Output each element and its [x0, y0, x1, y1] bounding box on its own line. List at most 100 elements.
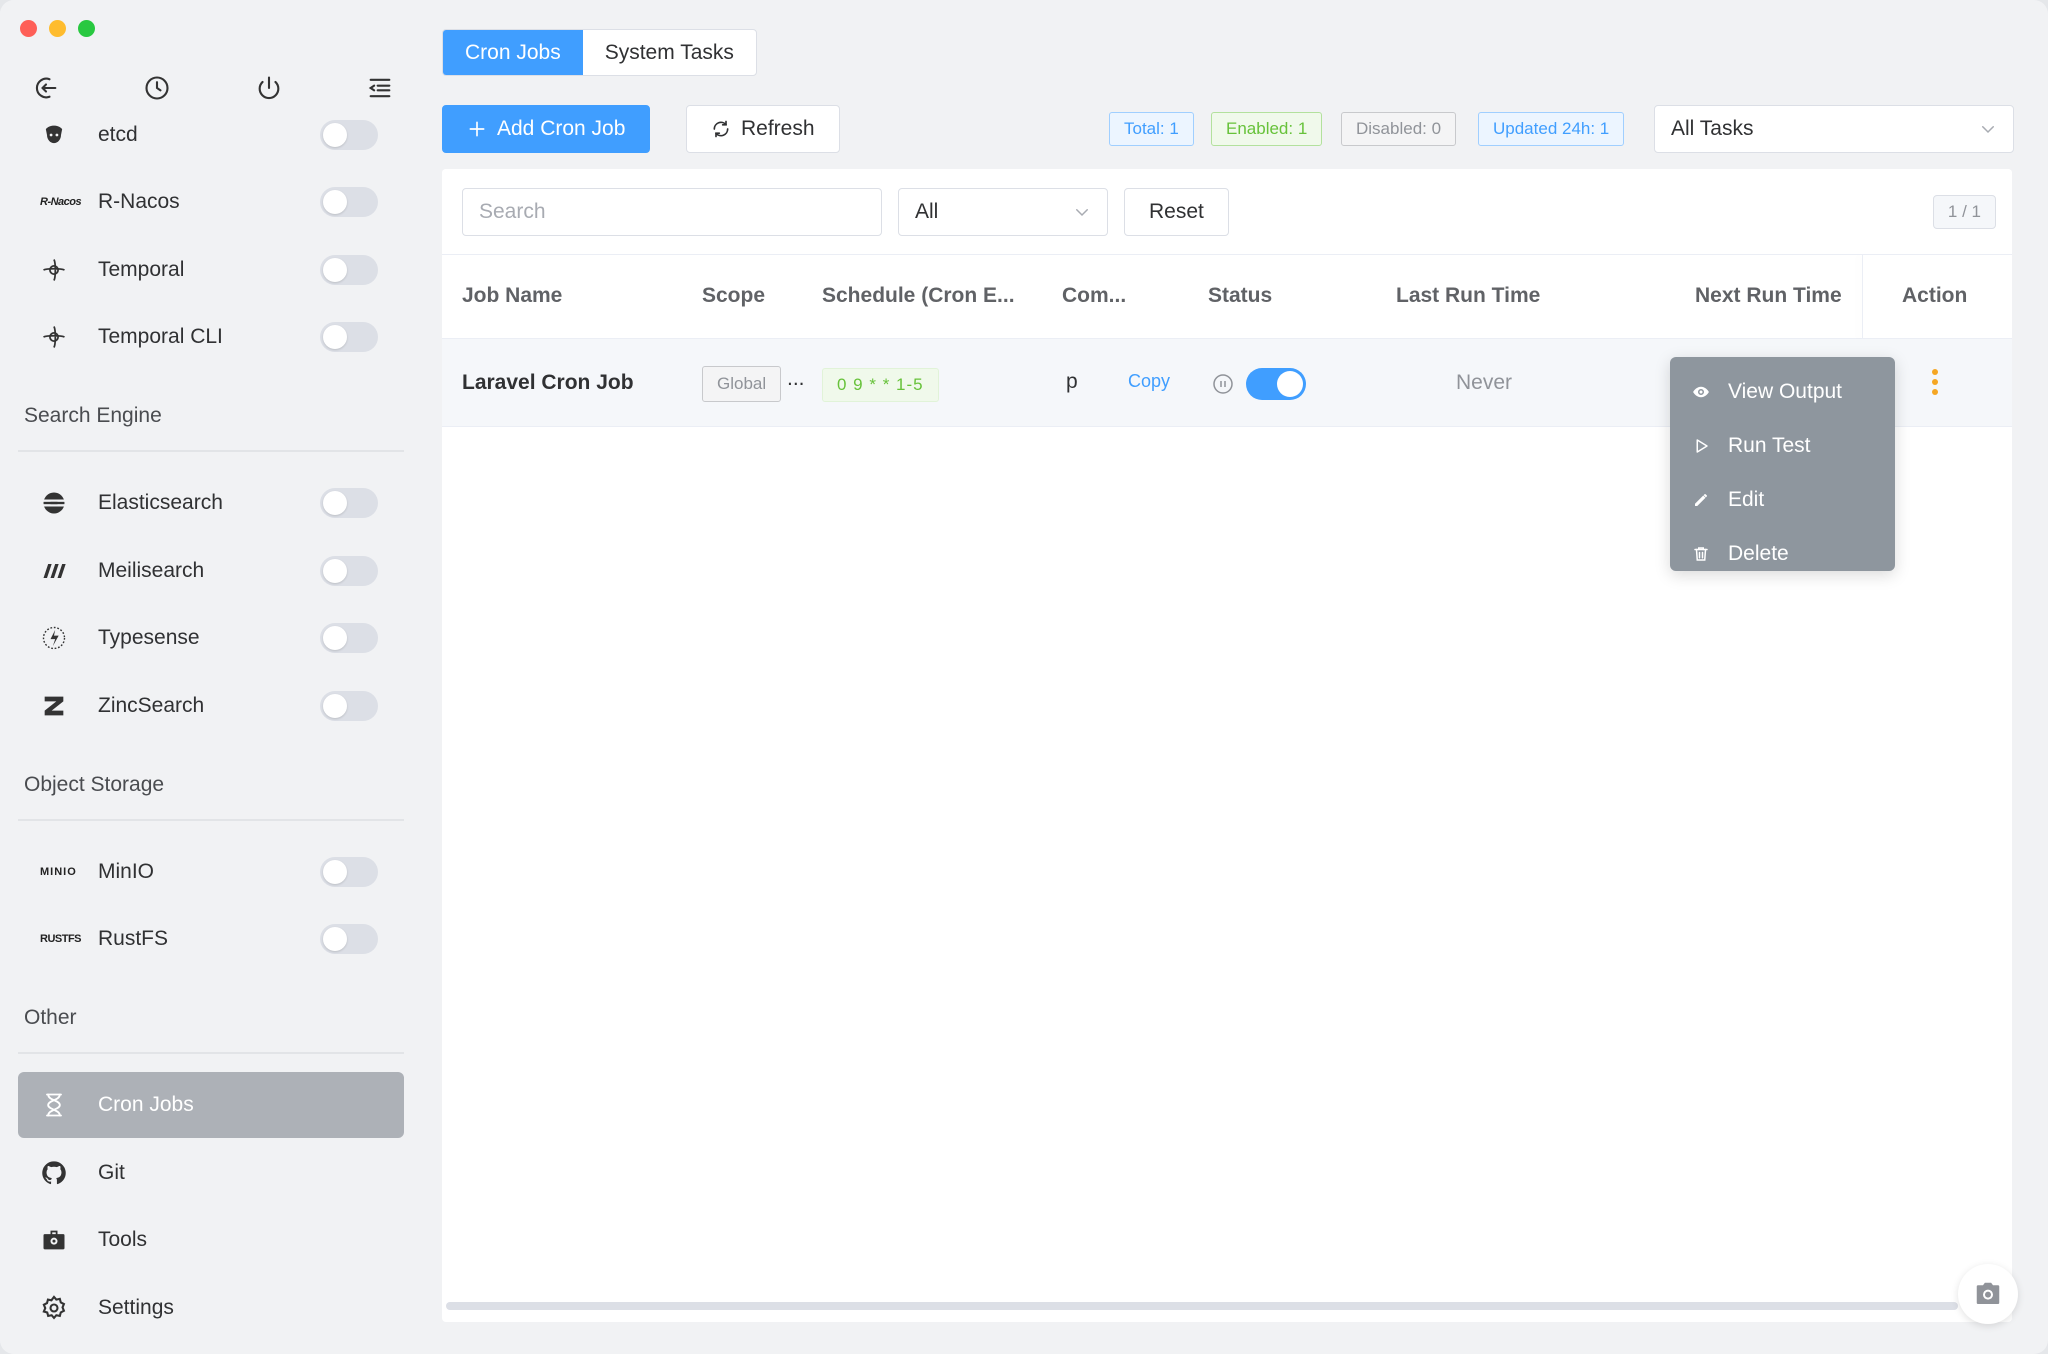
sidebar-item-git[interactable]: Git [18, 1140, 404, 1206]
rustfs-toggle[interactable] [320, 924, 378, 954]
etcd-toggle[interactable] [320, 120, 378, 150]
meilisearch-icon [18, 557, 78, 585]
pause-icon[interactable] [1211, 372, 1235, 396]
temporal-icon [18, 256, 78, 284]
temporal-toggle[interactable] [320, 255, 378, 285]
status-filter-value: All [915, 200, 939, 223]
elasticsearch-icon [18, 489, 78, 517]
copy-command-link[interactable]: Copy [1128, 371, 1170, 392]
main-content: Cron Jobs System Tasks Add Cron Job Refr… [424, 0, 2048, 1354]
temporal-icon [18, 323, 78, 351]
sidebar-item-minio[interactable]: MINIO MinIO [18, 839, 404, 905]
sidebar-item-label: Meilisearch [98, 559, 205, 582]
meilisearch-toggle[interactable] [320, 556, 378, 586]
enabled-badge: Enabled: 1 [1211, 112, 1323, 146]
column-header-next-run[interactable]: Next Run Time [1695, 284, 1842, 308]
r-nacos-toggle[interactable] [320, 187, 378, 217]
job-enabled-switch[interactable] [1246, 368, 1306, 400]
zincsearch-toggle[interactable] [320, 691, 378, 721]
plus-icon [469, 121, 485, 137]
refresh-label: Refresh [741, 117, 815, 140]
minimize-window-button[interactable] [49, 20, 66, 37]
more-actions-icon[interactable] [1930, 367, 1940, 403]
sidebar-item-etcd[interactable]: etcd [18, 102, 404, 168]
play-icon [1696, 439, 1708, 453]
add-cron-job-button[interactable]: Add Cron Job [442, 105, 651, 153]
sidebar-item-cron-jobs[interactable]: Cron Jobs [18, 1072, 404, 1138]
sidebar-item-r-nacos[interactable]: R-Nacos R-Nacos [18, 169, 404, 235]
refresh-button[interactable]: Refresh [686, 105, 840, 153]
tab-system-tasks[interactable]: System Tasks [583, 30, 756, 75]
menu-item-edit[interactable]: Edit [1670, 473, 1895, 527]
divider [18, 819, 404, 821]
typesense-toggle[interactable] [320, 623, 378, 653]
job-name-cell: Laravel Cron Job [462, 371, 634, 394]
sidebar-item-label: Elasticsearch [98, 491, 223, 514]
scope-tag: Global [702, 366, 782, 402]
temporal-cli-toggle[interactable] [320, 322, 378, 352]
sidebar-item-elasticsearch[interactable]: Elasticsearch [18, 470, 404, 536]
sidebar-toolbar [28, 70, 398, 106]
column-header-command[interactable]: Com... [1062, 284, 1126, 308]
sidebar-item-rustfs[interactable]: RUSTFS RustFS [18, 906, 404, 972]
filter-bar: Search All Reset 1 / 1 [442, 169, 2012, 255]
pencil-icon [1695, 494, 1707, 506]
schedule-tag: 0 9 * * 1-5 [822, 368, 939, 402]
power-icon[interactable] [251, 70, 287, 106]
hourglass-icon [18, 1091, 78, 1119]
sidebar-item-temporal[interactable]: Temporal [18, 237, 404, 303]
search-input[interactable]: Search [462, 188, 882, 236]
column-header-scope[interactable]: Scope [702, 284, 765, 308]
fixed-column-divider [1862, 255, 1863, 340]
section-title-object-storage: Object Storage [24, 773, 165, 796]
etcd-icon [18, 121, 78, 149]
last-run-cell: Never [1456, 371, 1513, 394]
column-header-schedule[interactable]: Schedule (Cron E... [822, 284, 1015, 308]
toolbox-icon [18, 1226, 78, 1254]
refresh-icon [713, 120, 729, 138]
sidebar: etcd R-Nacos R-Nacos Temporal Temporal C… [0, 0, 424, 1354]
column-header-job-name[interactable]: Job Name [462, 284, 562, 308]
sidebar-item-label: Temporal CLI [98, 325, 223, 348]
maximize-window-button[interactable] [78, 20, 95, 37]
sidebar-item-label: Settings [98, 1296, 174, 1319]
sidebar-item-temporal-cli[interactable]: Temporal CLI [18, 304, 404, 370]
menu-fold-icon[interactable] [362, 70, 398, 106]
task-filter-select[interactable]: All Tasks [1654, 105, 2014, 153]
sidebar-item-meilisearch[interactable]: Meilisearch [18, 538, 404, 604]
back-icon[interactable] [28, 70, 64, 106]
chevron-down-icon [1982, 126, 1994, 134]
reset-button[interactable]: Reset [1124, 188, 1229, 236]
sidebar-item-typesense[interactable]: Typesense [18, 605, 404, 671]
elasticsearch-toggle[interactable] [320, 488, 378, 518]
github-icon [18, 1159, 78, 1187]
history-icon[interactable] [139, 70, 175, 106]
status-filter-select[interactable]: All [898, 188, 1108, 236]
command-cell: p [1066, 370, 1078, 393]
menu-item-delete[interactable]: Delete [1670, 527, 1895, 581]
column-header-action: Action [1902, 284, 1968, 307]
menu-item-run-test[interactable]: Run Test [1670, 419, 1895, 473]
camera-icon [1976, 1282, 2000, 1304]
window-controls [20, 20, 95, 37]
menu-item-view-output[interactable]: View Output [1670, 365, 1895, 419]
sidebar-item-label: RustFS [98, 927, 169, 950]
section-title-other: Other [24, 1006, 77, 1029]
close-window-button[interactable] [20, 20, 37, 37]
typesense-icon [18, 624, 78, 652]
tab-bar: Cron Jobs System Tasks [442, 29, 757, 76]
sidebar-item-label: Tools [98, 1228, 148, 1251]
column-header-last-run[interactable]: Last Run Time [1396, 284, 1540, 308]
minio-toggle[interactable] [320, 857, 378, 887]
app-window: etcd R-Nacos R-Nacos Temporal Temporal C… [0, 0, 2048, 1354]
sidebar-item-settings[interactable]: Settings [18, 1275, 404, 1341]
section-title-search-engine: Search Engine [24, 404, 162, 427]
sidebar-item-zincsearch[interactable]: ZincSearch [18, 673, 404, 739]
screenshot-button[interactable] [1958, 1264, 2018, 1324]
tab-cron-jobs[interactable]: Cron Jobs [443, 30, 583, 75]
column-header-status[interactable]: Status [1208, 284, 1272, 308]
disabled-badge: Disabled: 0 [1341, 112, 1457, 146]
sidebar-item-tools[interactable]: Tools [18, 1207, 404, 1273]
table-header: Job Name Scope Schedule (Cron E... Com..… [442, 255, 2012, 339]
horizontal-scrollbar[interactable] [446, 1302, 1958, 1310]
